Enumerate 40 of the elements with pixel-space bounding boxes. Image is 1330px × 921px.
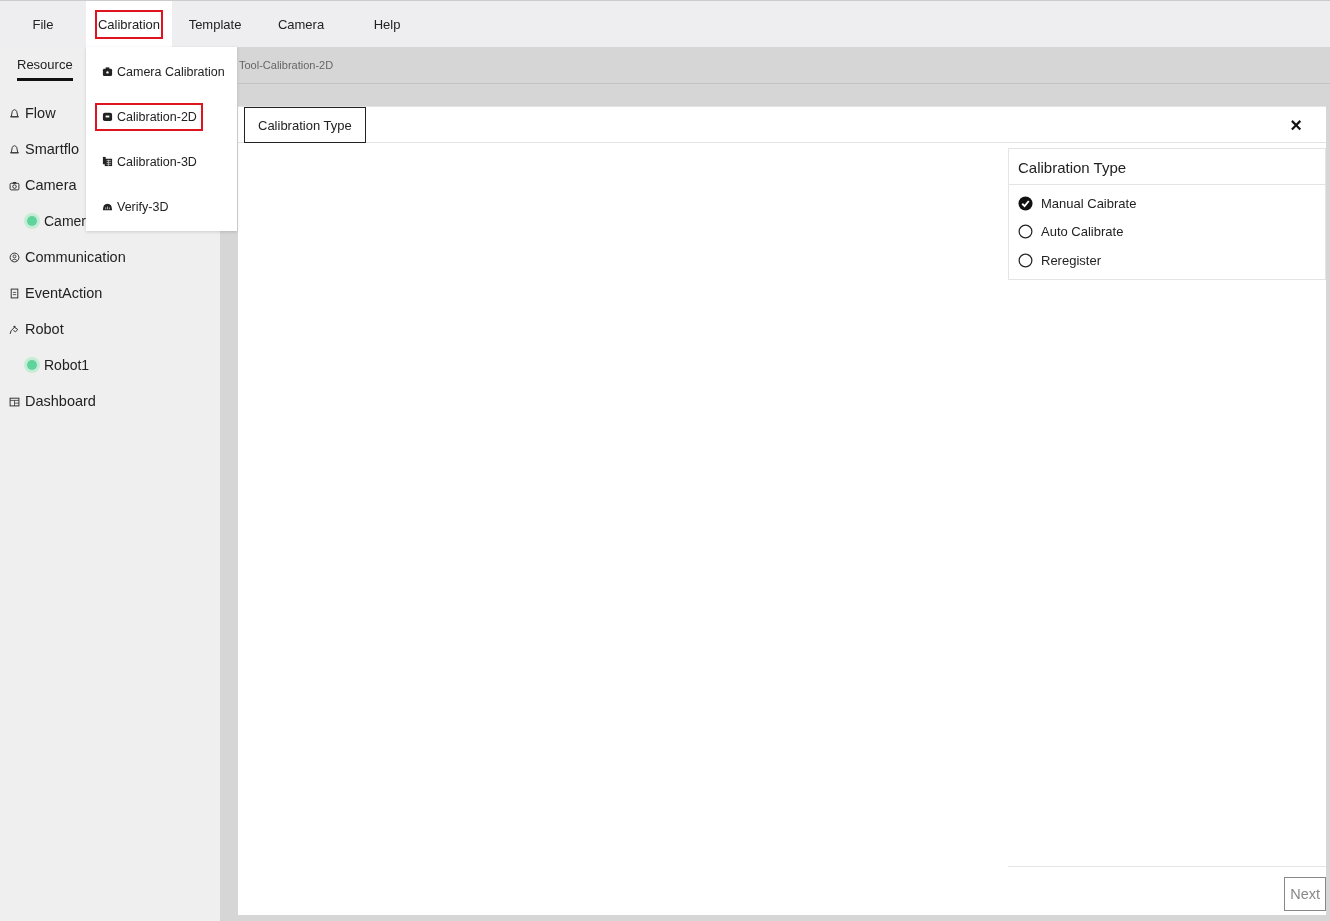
dropdown-item[interactable]: Calibration-3D bbox=[95, 147, 203, 176]
checked-radio-icon[interactable] bbox=[1018, 195, 1033, 211]
menu-item[interactable]: Calibration bbox=[94, 9, 164, 39]
sidebar-subitem[interactable]: Robot1 bbox=[44, 357, 90, 373]
menu-item[interactable]: Template bbox=[185, 9, 245, 39]
sidebar-item[interactable]: Flow bbox=[25, 105, 56, 121]
sidebar-item[interactable]: EventAction bbox=[25, 285, 103, 301]
camera-icon bbox=[9, 179, 20, 191]
sidebar-tab[interactable]: Resource bbox=[17, 53, 73, 81]
dropdown-item[interactable]: Verify-3D bbox=[95, 192, 175, 221]
menu-item[interactable]: File bbox=[29, 9, 57, 39]
radio-label[interactable]: Manual Caibrate bbox=[1041, 195, 1137, 211]
radio-label[interactable]: Reregister bbox=[1041, 252, 1101, 268]
menu-item[interactable]: Camera bbox=[274, 9, 328, 39]
sidebar-subitem[interactable]: Camer bbox=[44, 213, 86, 229]
radio-icon[interactable] bbox=[1018, 224, 1033, 240]
sidebar-item[interactable]: Camera bbox=[25, 177, 77, 193]
menu-item[interactable]: Help bbox=[370, 9, 404, 39]
close-button[interactable]: × bbox=[1286, 114, 1306, 135]
robot-arm-icon bbox=[9, 323, 20, 335]
dropdown-item[interactable]: Camera Calibration bbox=[95, 57, 231, 86]
dome-icon bbox=[102, 201, 113, 212]
bell-icon bbox=[9, 143, 20, 155]
dropdown-item[interactable]: Calibration-2D bbox=[95, 102, 203, 131]
sidebar-item[interactable]: Communication bbox=[25, 249, 126, 265]
bell-icon bbox=[9, 107, 20, 119]
grid-icon bbox=[102, 156, 113, 167]
radio-icon[interactable] bbox=[1018, 252, 1033, 268]
document-icon bbox=[9, 287, 20, 299]
camera-icon bbox=[102, 66, 113, 77]
radio-label[interactable]: Auto Calibrate bbox=[1041, 224, 1124, 240]
breadcrumb: Tool-Calibration-2D bbox=[239, 59, 334, 71]
people-icon bbox=[9, 251, 20, 263]
sidebar-item[interactable]: Smartflo bbox=[25, 141, 79, 157]
dashboard-icon bbox=[9, 395, 20, 407]
sidebar-item[interactable]: Robot bbox=[25, 321, 64, 337]
card-title: Calibration Type bbox=[1009, 149, 1325, 185]
sidebar-item[interactable]: Dashboard bbox=[25, 393, 96, 409]
box-icon bbox=[102, 111, 113, 122]
panel-tab[interactable]: Calibration Type bbox=[244, 107, 366, 143]
